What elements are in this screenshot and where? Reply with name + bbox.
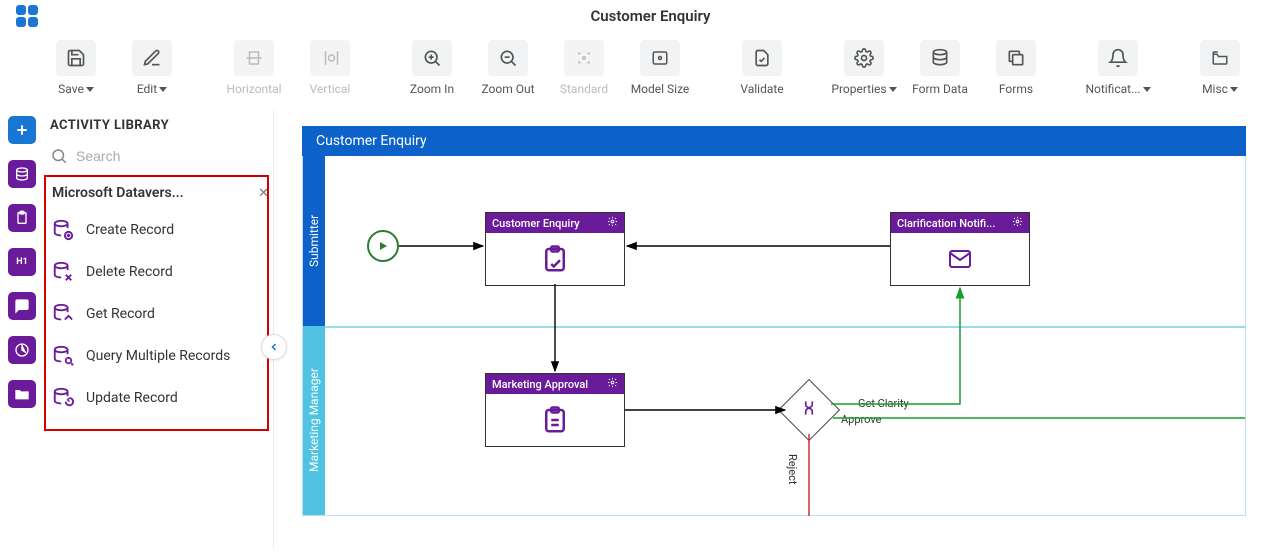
process-canvas[interactable]: Customer Enquiry Submitter Marketing Man… — [274, 110, 1271, 549]
activity-category-highlighted: Microsoft Datavers... ✕ Create Record De… — [44, 175, 269, 431]
edit-label: Edit — [137, 82, 157, 96]
chevron-down-icon — [889, 87, 897, 92]
connectors — [325, 156, 1245, 516]
gear-icon — [844, 40, 884, 76]
chevron-down-icon — [1230, 87, 1238, 92]
vertical-button: Vertical — [294, 40, 366, 96]
rail-chart-button[interactable] — [8, 336, 36, 364]
model-size-icon — [640, 40, 680, 76]
search-row — [44, 145, 269, 173]
database-delete-icon — [52, 261, 74, 283]
activity-create-record[interactable]: Create Record — [50, 209, 263, 251]
form-data-label: Form Data — [912, 82, 968, 96]
save-icon — [56, 40, 96, 76]
left-rail: H1 — [0, 110, 44, 549]
search-icon — [50, 147, 68, 165]
misc-label: Misc — [1202, 82, 1228, 96]
rail-database-button[interactable] — [8, 160, 36, 188]
notifications-button[interactable]: Notificat... — [1082, 40, 1154, 96]
activity-label: Get Record — [86, 306, 155, 322]
chevron-down-icon — [1143, 87, 1151, 92]
process-title-bar: Customer Enquiry — [302, 126, 1246, 156]
bell-icon — [1098, 40, 1138, 76]
model-size-label: Model Size — [631, 82, 690, 96]
activity-label: Query Multiple Records — [86, 348, 230, 364]
zoom-in-label: Zoom In — [410, 82, 454, 96]
horizontal-button: Horizontal — [218, 40, 290, 96]
rail-header-button[interactable]: H1 — [8, 248, 36, 276]
chevron-down-icon — [159, 87, 167, 92]
activity-library-panel: ACTIVITY LIBRARY Microsoft Datavers... ✕… — [44, 110, 274, 549]
database-get-icon — [52, 303, 74, 325]
database-query-icon — [52, 345, 74, 367]
rail-chat-button[interactable] — [8, 292, 36, 320]
edit-icon — [132, 40, 172, 76]
activity-label: Create Record — [86, 222, 174, 238]
database-icon — [920, 40, 960, 76]
model-size-button[interactable]: Model Size — [624, 40, 696, 96]
lane-header-submitter[interactable]: Submitter — [303, 156, 325, 326]
vertical-label: Vertical — [310, 82, 351, 96]
database-update-icon — [52, 387, 74, 409]
zoom-in-icon — [412, 40, 452, 76]
zoom-out-button[interactable]: Zoom Out — [472, 40, 544, 96]
close-icon[interactable]: ✕ — [258, 186, 269, 201]
search-input[interactable] — [76, 148, 263, 164]
horizontal-label: Horizontal — [226, 82, 281, 96]
activity-update-record[interactable]: Update Record — [50, 377, 263, 419]
notifications-label: Notificat... — [1085, 82, 1140, 96]
align-vertical-icon — [310, 40, 350, 76]
forms-label: Forms — [999, 82, 1033, 96]
app-grid-icon[interactable] — [16, 5, 38, 27]
validate-icon — [742, 40, 782, 76]
activity-get-record[interactable]: Get Record — [50, 293, 263, 335]
database-plus-icon — [52, 219, 74, 241]
rail-file-button[interactable] — [8, 380, 36, 408]
lane-header-manager[interactable]: Marketing Manager — [303, 326, 325, 515]
save-label: Save — [58, 82, 84, 96]
rail-add-button[interactable] — [8, 116, 36, 144]
standard-label: Standard — [560, 82, 608, 96]
properties-label: Properties — [831, 82, 886, 96]
form-data-button[interactable]: Form Data — [904, 40, 976, 96]
activity-label: Delete Record — [86, 264, 173, 280]
activity-query-multiple[interactable]: Query Multiple Records — [50, 335, 263, 377]
standard-icon — [564, 40, 604, 76]
main: H1 ACTIVITY LIBRARY Microsoft Datavers..… — [0, 110, 1271, 549]
topbar: Customer Enquiry — [0, 0, 1271, 32]
chevron-down-icon — [86, 87, 94, 92]
save-button[interactable]: Save — [40, 40, 112, 96]
swimlanes: Submitter Marketing Manager Customer Enq… — [302, 156, 1246, 516]
copy-icon — [996, 40, 1036, 76]
rail-clipboard-button[interactable] — [8, 204, 36, 232]
align-horizontal-icon — [234, 40, 274, 76]
zoom-out-icon — [488, 40, 528, 76]
standard-zoom-button: Standard — [548, 40, 620, 96]
zoom-in-button[interactable]: Zoom In — [396, 40, 468, 96]
validate-button[interactable]: Validate — [726, 40, 798, 96]
misc-button[interactable]: Misc — [1184, 40, 1256, 96]
page-title: Customer Enquiry — [38, 7, 1263, 25]
activity-library-heading: ACTIVITY LIBRARY — [44, 110, 269, 145]
properties-button[interactable]: Properties — [828, 40, 900, 96]
category-name: Microsoft Datavers... — [52, 185, 184, 201]
forms-button[interactable]: Forms — [980, 40, 1052, 96]
edit-button[interactable]: Edit — [116, 40, 188, 96]
validate-label: Validate — [740, 82, 783, 96]
zoom-out-label: Zoom Out — [481, 82, 534, 96]
folder-icon — [1200, 40, 1240, 76]
activity-delete-record[interactable]: Delete Record — [50, 251, 263, 293]
toolbar: Save Edit Horizontal Vertical Zoom In Zo… — [0, 32, 1271, 110]
activity-label: Update Record — [86, 390, 178, 406]
